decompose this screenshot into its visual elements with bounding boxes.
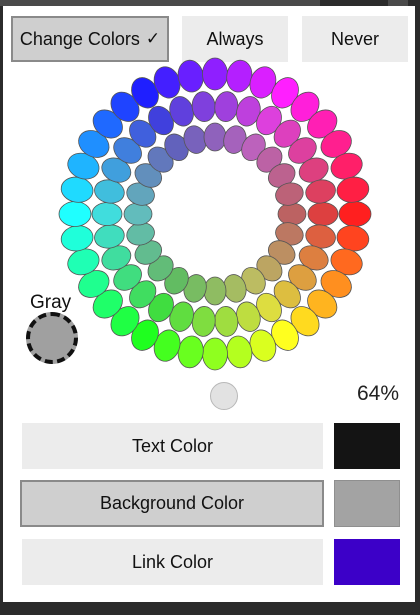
window-bottom-edge (0, 602, 420, 615)
gray-label: Gray (30, 292, 72, 313)
lightness-percent: 64% (357, 382, 400, 405)
color-wheel-swatch[interactable] (58, 201, 92, 227)
color-wheel-swatch[interactable] (224, 58, 254, 94)
color-wheel-swatch[interactable] (277, 202, 307, 226)
link-color-label: Link Color (131, 551, 214, 572)
gray-swatch[interactable] (26, 312, 78, 364)
background-color-button[interactable]: Background Color (20, 480, 324, 527)
color-settings-panel: Change Colors ✓ Always Never Gray 64% Te… (3, 6, 415, 602)
color-wheel-swatch[interactable] (59, 175, 95, 205)
color-wheel-swatch[interactable] (123, 202, 153, 226)
color-wheel-swatch[interactable] (176, 58, 206, 94)
color-wheel-swatch[interactable] (202, 337, 228, 371)
link-color-button[interactable]: Link Color (22, 539, 323, 585)
text-color-button[interactable]: Text Color (22, 423, 323, 469)
color-wheel-swatch[interactable] (338, 201, 372, 227)
lightness-slider-knob[interactable] (210, 382, 238, 410)
color-wheel-swatch[interactable] (191, 90, 217, 122)
background-color-swatch[interactable] (334, 480, 400, 527)
text-color-label: Text Color (131, 435, 214, 456)
color-wheel-swatch[interactable] (176, 334, 206, 370)
color-wheel-swatch[interactable] (224, 334, 254, 370)
text-color-swatch[interactable] (334, 423, 400, 469)
link-color-swatch[interactable] (334, 539, 400, 585)
color-wheel-swatch[interactable] (335, 175, 371, 205)
color-wheel-swatch[interactable] (213, 305, 239, 337)
color-wheel-swatch[interactable] (202, 57, 228, 91)
color-wheel-swatch[interactable] (335, 223, 371, 253)
color-wheel-swatch[interactable] (213, 90, 239, 122)
background-color-label: Background Color (99, 493, 245, 513)
color-wheel-swatch[interactable] (307, 202, 339, 226)
color-wheel-swatch[interactable] (203, 122, 227, 152)
color-wheel-swatch[interactable] (191, 305, 217, 337)
color-wheel-swatch[interactable] (59, 223, 95, 253)
color-wheel-swatch[interactable] (91, 202, 123, 226)
color-wheel-swatch[interactable] (203, 276, 227, 306)
